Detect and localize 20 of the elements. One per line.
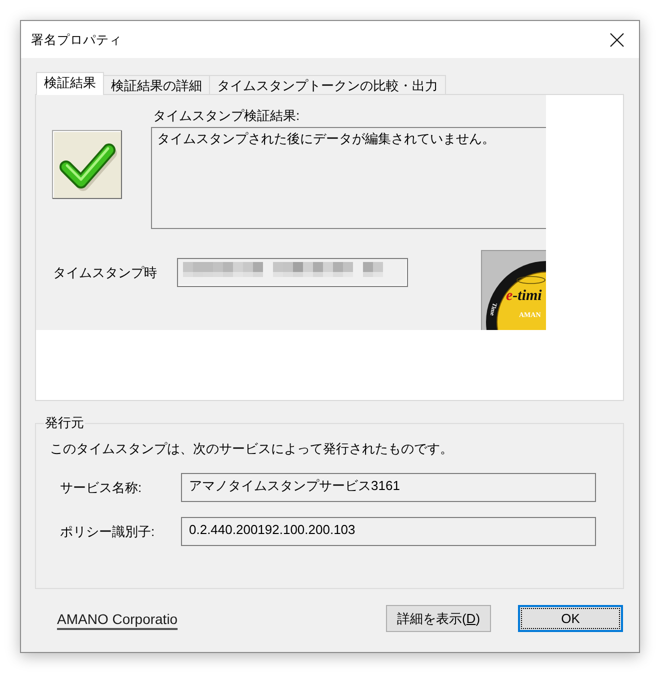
window-title: 署名プロパティ (31, 32, 122, 48)
service-name-label: サービス名称: (60, 478, 143, 496)
result-label: タイムスタンプ検証結果: (152, 108, 301, 125)
issuer-description: このタイムスタンプは、次のサービスによって発行されたものです。 (50, 441, 454, 457)
company-link[interactable]: AMANO Corporatio (57, 610, 178, 626)
logo-wordmark: e-timi (506, 288, 542, 304)
details-button[interactable]: 詳細を表示(D) (386, 605, 491, 632)
service-name-field[interactable]: アマノタイムスタンプサービス3161 (181, 473, 596, 502)
result-field[interactable]: タイムスタンプされた後にデータが編集されていません。 (151, 127, 546, 229)
policy-id-field[interactable]: 0.2.440.200192.100.200.103 (181, 517, 596, 546)
timestamp-label: タイムスタンプ時 (53, 265, 158, 281)
ok-button[interactable]: OK (518, 605, 623, 632)
close-button[interactable] (610, 32, 624, 46)
group-title: 発行元 (44, 415, 85, 431)
policy-id-label: ポリシー識別子: (60, 522, 156, 540)
tab[interactable]: タイムスタンプトークンの比較・出力 (209, 75, 446, 94)
tab[interactable]: 検証結果 (36, 72, 104, 95)
tab[interactable]: 検証結果の詳細 (103, 75, 210, 94)
timestamp-field[interactable] (177, 258, 408, 287)
close-icon (610, 32, 624, 46)
